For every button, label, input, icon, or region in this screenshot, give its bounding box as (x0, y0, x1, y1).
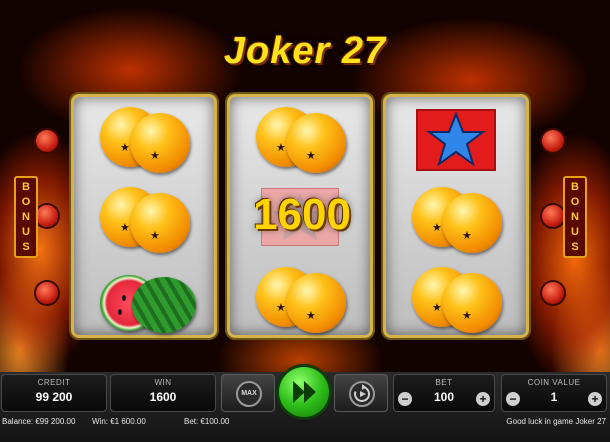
bet-decrease-button[interactable]: − (398, 392, 412, 406)
reel-knob-left-bottom (36, 282, 58, 304)
orange-ball-icon: ★ (442, 193, 502, 253)
bonus-letter: S (571, 240, 579, 253)
orange-ball-icon: ★ (442, 273, 502, 333)
circular-arrow-play-icon (349, 381, 375, 407)
star-tile (418, 111, 494, 169)
orange-ball-icon: ★ (286, 113, 346, 173)
win-value: 1600 (149, 390, 177, 404)
bonus-letter: N (22, 210, 30, 223)
orange-pair-symbol: ★ ★ (74, 99, 214, 179)
coin-increase-button[interactable]: + (588, 392, 602, 406)
spin-button[interactable] (279, 367, 329, 417)
double-play-arrow-icon (293, 381, 316, 403)
reel-3: ★ ★ ★ ★ (383, 94, 529, 338)
bonus-letter: B (22, 180, 30, 193)
bet-increase-button[interactable]: + (476, 392, 490, 406)
max-label: MAX (241, 390, 257, 397)
bonus-letter: U (571, 225, 579, 238)
coin-value-control: COIN VALUE 1 − + (501, 374, 607, 412)
blue-star-symbol (386, 99, 526, 179)
reel-knob-left-top (36, 130, 58, 152)
bonus-plaque-left: B O N U S (14, 176, 38, 258)
status-balance: Balance: €99 200.00 (2, 417, 76, 426)
bonus-letter: N (571, 210, 579, 223)
bet-label: BET (435, 378, 453, 387)
autoplay-button[interactable] (334, 374, 388, 412)
bonus-letter: U (22, 225, 30, 238)
credit-value: 99 200 (35, 390, 73, 404)
reel-knob-left-middle (36, 205, 58, 227)
replay-arrow-icon (354, 384, 371, 402)
coin-decrease-button[interactable]: − (506, 392, 520, 406)
blue-star-icon (426, 112, 486, 167)
win-display: WIN 1600 (110, 374, 216, 412)
credit-display: CREDIT 99 200 (1, 374, 107, 412)
coin-value-label: COIN VALUE (527, 378, 581, 387)
max-chip-icon: MAX (236, 381, 262, 407)
reel-knob-right-middle (542, 205, 564, 227)
bonus-letter: S (22, 240, 30, 253)
orange-pair-symbol: ★ ★ (386, 259, 526, 339)
orange-pair-symbol: ★ ★ (386, 179, 526, 259)
status-message: Good luck in game Joker 27 (506, 417, 606, 426)
orange-ball-icon: ★ (130, 113, 190, 173)
orange-ball-icon: ★ (130, 193, 190, 253)
status-bet: Bet: €100.00 (184, 417, 230, 426)
bonus-letter: O (21, 195, 31, 208)
bet-control: BET 100 − + (393, 374, 495, 412)
bonus-plaque-right: B O N U S (563, 176, 587, 258)
game-title: Joker 27 (223, 30, 387, 72)
orange-pair-symbol: ★ ★ (74, 179, 214, 259)
credit-label: CREDIT (37, 378, 71, 387)
reel-knob-right-top (542, 130, 564, 152)
watermelon-symbol (74, 259, 214, 339)
bonus-letter: B (571, 180, 579, 193)
orange-pair-symbol: ★ ★ (230, 99, 370, 179)
reel-knob-right-bottom (542, 282, 564, 304)
orange-ball-icon: ★ (286, 273, 346, 333)
watermelon-rind-icon (132, 277, 196, 333)
max-bet-button[interactable]: MAX (221, 374, 275, 412)
win-amount-overlay: 1600 (253, 190, 351, 239)
status-win: Win: €1 600.00 (92, 417, 146, 426)
game-stage: Joker 27 B O N U S B O N U S ★ ★ ★ ★ ★ ★… (0, 0, 610, 372)
win-label: WIN (154, 378, 172, 387)
orange-pair-symbol: ★ ★ (230, 259, 370, 339)
bonus-letter: O (570, 195, 580, 208)
reel-1: ★ ★ ★ ★ (71, 94, 217, 338)
